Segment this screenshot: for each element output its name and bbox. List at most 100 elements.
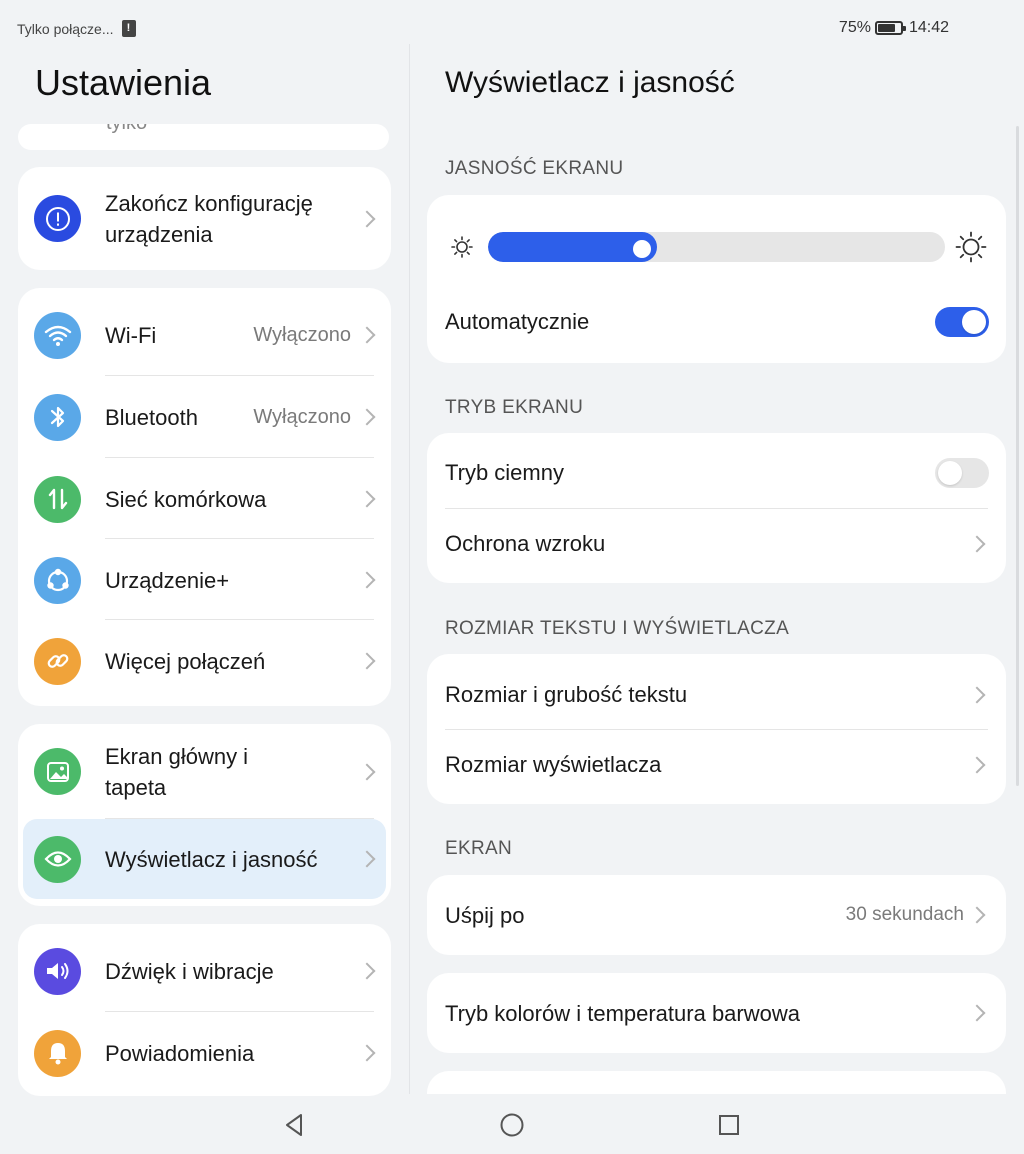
sleep-value: 30 sekundach bbox=[845, 904, 964, 925]
scrolled-item-peek[interactable]: tylko bbox=[18, 124, 389, 150]
chevron-right-icon bbox=[358, 490, 376, 508]
section-brightness-header: JASNOŚĆ EKRANU bbox=[445, 158, 624, 179]
sidebar-item-mobile-network[interactable]: Sieć komórkowa bbox=[18, 458, 391, 540]
eye-comfort-label: Ochrona wzroku bbox=[445, 531, 606, 556]
display-size-label: Rozmiar wyświetlacza bbox=[445, 752, 662, 777]
chevron-right-icon bbox=[358, 763, 376, 780]
toggle-knob bbox=[962, 310, 986, 334]
auto-brightness-toggle[interactable] bbox=[935, 307, 989, 337]
chevron-right-icon bbox=[358, 850, 376, 868]
chevron-right-icon bbox=[968, 686, 986, 704]
dark-mode-row[interactable]: Tryb ciemny bbox=[427, 433, 1006, 508]
mobile-data-icon bbox=[34, 475, 81, 523]
carrier-text: Tylko połącze... bbox=[17, 20, 114, 37]
page-title: Wyświetlacz i jasność bbox=[445, 66, 735, 99]
sleep-row[interactable]: Uśpij po 30 sekundach bbox=[427, 875, 1006, 955]
wallpaper-icon bbox=[34, 748, 81, 795]
dark-mode-label: Tryb ciemny bbox=[445, 460, 564, 485]
section-screen-mode-header: TRYB EKRANU bbox=[445, 397, 584, 418]
text-size-row[interactable]: Rozmiar i grubość tekstu bbox=[427, 654, 1006, 729]
dark-mode-toggle[interactable] bbox=[935, 458, 989, 488]
screen-mode-card: Tryb ciemny Ochrona wzroku bbox=[427, 433, 1006, 583]
section-text-size-header: ROZMIAR TEKSTU I WYŚWIETLACZA bbox=[445, 618, 790, 639]
finish-setup-label: Zakończ konfigurację urządzenia bbox=[105, 190, 313, 247]
toggle-knob bbox=[938, 461, 962, 485]
eye-icon bbox=[34, 835, 81, 883]
sleep-label: Uśpij po bbox=[445, 903, 525, 928]
bell-icon bbox=[34, 1029, 81, 1077]
chevron-right-icon bbox=[358, 571, 376, 589]
sleep-card: Uśpij po 30 sekundach bbox=[427, 875, 1006, 955]
settings-title: Ustawienia bbox=[35, 62, 212, 103]
text-size-card: Rozmiar i grubość tekstu Rozmiar wyświet… bbox=[427, 654, 1006, 804]
notifications-label: Powiadomienia bbox=[105, 1040, 255, 1066]
sun-high-icon bbox=[955, 231, 987, 263]
sound-label: Dźwięk i wibracje bbox=[105, 958, 274, 984]
color-mode-row[interactable]: Tryb kolorów i temperatura barwowa bbox=[427, 973, 1006, 1053]
chevron-right-icon bbox=[968, 756, 986, 774]
navigation-bar bbox=[0, 1096, 1024, 1154]
eye-comfort-row[interactable]: Ochrona wzroku bbox=[427, 509, 1006, 583]
device-plus-label: Urządzenie+ bbox=[105, 567, 230, 593]
home-wallpaper-label: Ekran główny i tapeta bbox=[105, 743, 249, 800]
section-screen-header: EKRAN bbox=[445, 838, 512, 859]
display-card: Ekran główny i tapeta Wyświetlacz i jasn… bbox=[18, 724, 391, 906]
color-mode-label: Tryb kolorów i temperatura barwowa bbox=[445, 1001, 800, 1026]
battery-icon bbox=[874, 21, 906, 35]
back-icon[interactable] bbox=[279, 1110, 309, 1140]
chevron-right-icon bbox=[968, 906, 986, 924]
display-size-row[interactable]: Rozmiar wyświetlacza bbox=[427, 730, 1006, 804]
wifi-label: Wi-Fi bbox=[105, 322, 157, 348]
sun-low-icon bbox=[451, 236, 473, 258]
chevron-right-icon bbox=[358, 210, 376, 227]
bluetooth-icon bbox=[34, 393, 81, 441]
recents-icon[interactable] bbox=[714, 1110, 744, 1140]
home-icon[interactable] bbox=[497, 1110, 527, 1140]
chevron-right-icon bbox=[358, 962, 376, 980]
peek-text: tylko bbox=[106, 124, 147, 135]
wifi-value: Wyłączono bbox=[253, 323, 351, 346]
sidebar-item-sound[interactable]: Dźwięk i wibracje bbox=[18, 930, 391, 1012]
connectivity-card: Wi-Fi Wyłączono Bluetooth Wyłączono Sieć… bbox=[18, 288, 391, 706]
auto-brightness-label: Automatycznie bbox=[445, 309, 590, 334]
chevron-right-icon bbox=[358, 652, 376, 670]
status-left: Tylko połącze... ! bbox=[17, 20, 136, 37]
display-brightness-label: Wyświetlacz i jasność bbox=[105, 846, 318, 872]
sidebar-item-device-plus[interactable]: Urządzenie+ bbox=[18, 539, 391, 621]
auto-brightness-row: Automatycznie bbox=[427, 295, 1006, 351]
more-connections-label: Więcej połączeń bbox=[105, 648, 266, 674]
chevron-right-icon bbox=[358, 326, 376, 344]
color-mode-card: Tryb kolorów i temperatura barwowa bbox=[427, 973, 1006, 1053]
battery-percent: 75% bbox=[838, 19, 871, 36]
setup-card: Zakończ konfigurację urządzenia bbox=[18, 167, 391, 270]
mobile-network-label: Sieć komórkowa bbox=[105, 486, 267, 512]
sound-card: Dźwięk i wibracje Powiadomienia bbox=[18, 924, 391, 1096]
brightness-card: Automatycznie bbox=[427, 195, 1006, 363]
alert-icon bbox=[34, 195, 81, 242]
sim-alert-icon: ! bbox=[121, 20, 136, 37]
status-bar: Tylko połącze... ! 75% 14:42 bbox=[0, 0, 1024, 56]
sidebar-item-notifications[interactable]: Powiadomienia bbox=[18, 1012, 391, 1094]
brightness-slider-thumb[interactable] bbox=[633, 240, 651, 258]
brightness-slider[interactable] bbox=[488, 232, 945, 262]
chevron-right-icon bbox=[968, 1004, 986, 1022]
chevron-right-icon bbox=[358, 1044, 376, 1062]
wifi-icon bbox=[34, 311, 81, 359]
brightness-slider-fill bbox=[488, 232, 657, 262]
next-card-peek[interactable] bbox=[427, 1071, 1006, 1094]
status-right: 75% 14:42 bbox=[839, 19, 949, 37]
sidebar-item-wifi[interactable]: Wi-Fi Wyłączono bbox=[18, 294, 391, 376]
device-plus-icon bbox=[34, 556, 81, 604]
clock: 14:42 bbox=[908, 19, 949, 36]
scrollbar[interactable] bbox=[1016, 126, 1019, 786]
pane-divider bbox=[409, 44, 410, 1094]
text-size-label: Rozmiar i grubość tekstu bbox=[445, 682, 688, 707]
sidebar-item-display-brightness[interactable]: Wyświetlacz i jasność bbox=[23, 819, 386, 899]
speaker-icon bbox=[34, 947, 81, 995]
sidebar-item-more-connections[interactable]: Więcej połączeń bbox=[18, 620, 391, 702]
sidebar-item-home-wallpaper[interactable]: Ekran główny i tapeta bbox=[18, 724, 391, 819]
sidebar-item-bluetooth[interactable]: Bluetooth Wyłączono bbox=[18, 376, 391, 458]
bluetooth-value: Wyłączono bbox=[253, 405, 351, 428]
bluetooth-label: Bluetooth bbox=[105, 404, 198, 430]
finish-setup-item[interactable]: Zakończ konfigurację urządzenia bbox=[18, 167, 391, 270]
